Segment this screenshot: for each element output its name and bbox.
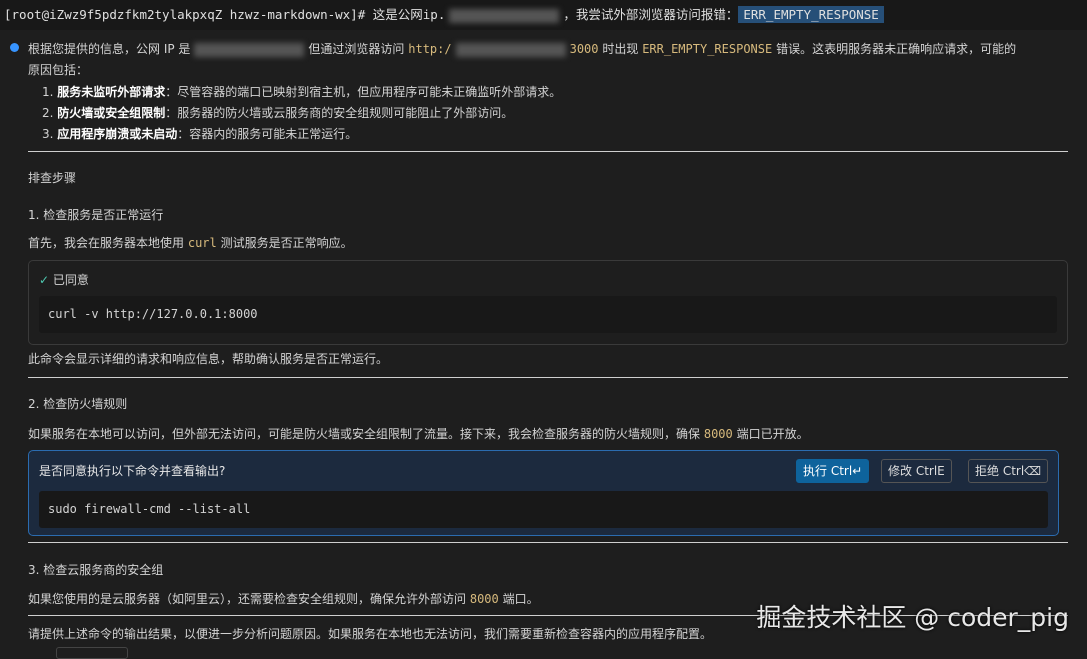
step1-after: 此命令会显示详细的请求和响应信息，帮助确认服务是否正常运行。 <box>28 352 389 366</box>
t: 如果服务在本地可以访问，但外部无法访问，可能是防火墙或安全组限制了流量。接下来，… <box>28 427 701 441</box>
selected-error: ERR_EMPTY_RESPONSE <box>738 6 884 23</box>
text: 这是公网ip. <box>372 7 446 22</box>
terminal-line: [root@iZwz9f5pdzfkm2tylakpxqZ hzwz-markd… <box>0 0 1087 30</box>
approval-question: 是否同意执行以下命令并查看输出? <box>39 464 226 478</box>
t: 如果您使用的是云服务器（如阿里云），还需要检查安全组规则，确保允许外部访问 <box>28 592 467 606</box>
error-code: ERR_EMPTY_RESPONSE <box>642 42 773 56</box>
t: 应用程序崩溃或未启动 <box>57 127 178 141</box>
d: ：服务器的防火墙或云服务商的安全组规则可能阻止了外部访问。 <box>165 106 514 120</box>
t: 测试服务是否正常响应。 <box>220 236 353 250</box>
check-icon: ✓ <box>39 273 50 287</box>
t: 根据您提供的信息，公网 IP 是 <box>28 42 191 56</box>
n: 1. <box>42 85 54 99</box>
port: 8000 <box>469 592 499 606</box>
step3-text: 如果您使用的是云服务器（如阿里云），还需要检查安全组规则，确保允许外部访问 80… <box>28 590 539 607</box>
step1-text: 首先，我会在服务器本地使用 curl 测试服务是否正常响应。 <box>28 234 353 251</box>
t: 端口已开放。 <box>736 427 809 441</box>
approved-command-card: ✓ 已同意 curl -v http://127.0.0.1:8000 <box>28 260 1068 345</box>
partial-button[interactable] <box>56 647 128 659</box>
t: 时出现 <box>602 42 639 56</box>
approval-prompt: 是否同意执行以下命令并查看输出? 执行 Ctrl↵ 修改 CtrlE 拒绝 Ct… <box>28 450 1059 536</box>
closing-text: 请提供上述命令的输出结果，以便进一步分析问题原因。如果服务在本地也无法访问，我们… <box>28 627 713 641</box>
prompt: [root@iZwz9f5pdzfkm2tylakpxqZ hzwz-markd… <box>4 7 366 22</box>
redacted-ip <box>449 8 560 23</box>
reason-1: 1. 服务未监听外部请求：尽管容器的端口已映射到宿主机，但应用程序可能未正确监听… <box>42 83 561 100</box>
step1-heading: 1. 检查服务是否正常运行 <box>28 208 164 222</box>
step2-heading: 2. 检查防火墙规则 <box>28 397 128 411</box>
url: 3000 <box>569 42 599 56</box>
t: 端口。 <box>502 592 539 606</box>
steps-heading: 排查步骤 <box>28 171 77 185</box>
code: curl <box>187 236 217 250</box>
d: ：尽管容器的端口已映射到宿主机，但应用程序可能未正确监听外部请求。 <box>165 85 562 99</box>
url: http:/ <box>408 42 452 56</box>
t: 首先，我会在服务器本地使用 <box>28 236 185 250</box>
status-dot-icon <box>10 43 19 52</box>
d: ：容器内的服务可能未正常运行。 <box>177 127 358 141</box>
approved-label: 已同意 <box>52 273 89 287</box>
divider <box>28 377 1068 378</box>
port: 8000 <box>703 427 733 441</box>
redacted-url <box>455 42 566 57</box>
step3-heading: 3. 检查云服务商的安全组 <box>28 563 164 577</box>
t: 错误。这表明服务器未正确响应请求，可能的 <box>776 42 1017 56</box>
intro-cont: 原因包括： <box>28 63 89 77</box>
n: 3. <box>42 127 54 141</box>
approved-status: ✓ 已同意 <box>39 271 89 288</box>
reason-3: 3. 应用程序崩溃或未启动：容器内的服务可能未正常运行。 <box>42 125 357 142</box>
t: 防火墙或安全组限制 <box>57 106 166 120</box>
divider <box>28 151 1068 152</box>
reason-2: 2. 防火墙或安全组限制：服务器的防火墙或云服务商的安全组规则可能阻止了外部访问… <box>42 104 513 121</box>
intro-line: 根据您提供的信息，公网 IP 是但通过浏览器访问 http:/3000 时出现 … <box>28 40 1016 57</box>
text: ，我尝试外部浏览器访问报错： <box>563 7 739 22</box>
t: 但通过浏览器访问 <box>308 42 405 56</box>
command-block[interactable]: curl -v http://127.0.0.1:8000 <box>39 296 1057 333</box>
run-button[interactable]: 执行 Ctrl↵ <box>796 459 870 483</box>
edit-button[interactable]: 修改 CtrlE <box>881 459 952 483</box>
reject-button[interactable]: 拒绝 Ctrl⌫ <box>968 459 1049 483</box>
command-block[interactable]: sudo firewall-cmd --list-all <box>39 491 1048 528</box>
watermark: 掘金技术社区 @ coder_pig <box>756 603 1069 632</box>
n: 2. <box>42 106 54 120</box>
divider <box>28 542 1068 543</box>
step2-text: 如果服务在本地可以访问，但外部无法访问，可能是防火墙或安全组限制了流量。接下来，… <box>28 425 809 442</box>
t: 服务未监听外部请求 <box>57 85 166 99</box>
redacted-ip <box>194 42 305 57</box>
